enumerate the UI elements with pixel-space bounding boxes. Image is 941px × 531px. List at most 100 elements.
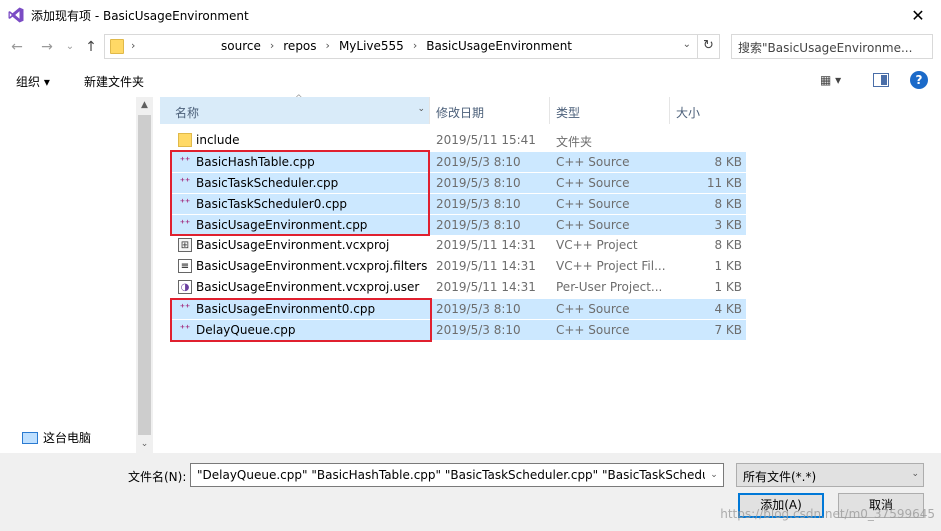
file-type: VC++ Project [556, 238, 638, 252]
watermark: https://blog.csdn.net/m0_37599645 [720, 507, 935, 521]
window-title: 添加现有项 - BasicUsageEnvironment [31, 9, 249, 23]
preview-pane-icon[interactable] [873, 73, 889, 87]
scroll-up-icon[interactable]: ▲ [136, 97, 153, 114]
file-date: 2019/5/3 8:10 [436, 323, 521, 337]
chevron-down-icon[interactable]: ⌄ [705, 464, 723, 486]
file-size: 1 KB [714, 259, 742, 273]
file-type: C++ Source [556, 323, 630, 337]
file-list: ^ 名称 ⌄ 修改日期 类型 大小 include 2019/5/11 15:41… [160, 94, 941, 453]
file-size: 8 KB [714, 238, 742, 252]
file-rows: include 2019/5/11 15:41 文件夹 ⁺⁺ BasicHashTabl… [170, 130, 746, 340]
file-row[interactable]: ⁺⁺ BasicTaskScheduler0.cpp 2019/5/3 8:10 C+… [170, 193, 746, 214]
help-icon[interactable]: ? [910, 71, 928, 89]
file-size: 7 KB [714, 323, 742, 337]
close-button[interactable]: ✕ [895, 0, 941, 31]
chevron-down-icon[interactable]: ⌄ [417, 104, 425, 114]
file-date: 2019/5/3 8:10 [436, 197, 521, 211]
file-row[interactable]: ⁺⁺ BasicUsageEnvironment.cpp 2019/5/3 8:10… [170, 214, 746, 235]
address-bar[interactable]: › source › repos › MyLive555 › BasicUsag… [104, 34, 720, 59]
column-header-name[interactable]: ^ 名称 ⌄ [160, 94, 430, 124]
file-date: 2019/5/3 8:10 [436, 218, 521, 232]
command-toolbar: 组织 ▾ 新建文件夹 ▦ ▾ ? [0, 63, 941, 97]
new-folder-button[interactable]: 新建文件夹 [84, 73, 144, 90]
file-size: 4 KB [714, 302, 742, 316]
breadcrumb-item-mylive555[interactable]: MyLive555 [339, 39, 404, 53]
scroll-thumb[interactable] [138, 115, 151, 435]
up-folder-icon[interactable]: ↑ [83, 39, 99, 55]
file-row[interactable]: ⁺⁺ BasicTaskScheduler.cpp 2019/5/3 8:10 C++… [170, 172, 746, 193]
chevron-right-icon[interactable]: › [404, 39, 426, 53]
visual-studio-icon [8, 7, 24, 23]
recent-locations-icon[interactable]: ⌄ [62, 39, 78, 55]
file-type: 文件夹 [556, 135, 593, 149]
user-file-icon: ◑ [178, 280, 192, 294]
folder-icon [178, 133, 192, 147]
file-type: C++ Source [556, 176, 630, 190]
file-date: 2019/5/3 8:10 [436, 176, 521, 190]
organize-menu-button[interactable]: 组织 ▾ [16, 73, 50, 90]
file-type: Per-User Project... [556, 280, 663, 294]
navigation-pane: 这台电脑 ▲ ⌄ [0, 97, 154, 453]
back-icon[interactable]: ← [9, 39, 25, 55]
file-size: 3 KB [714, 218, 742, 232]
chevron-right-icon[interactable]: › [261, 39, 283, 53]
column-headers: ^ 名称 ⌄ 修改日期 类型 大小 [160, 94, 750, 124]
vcxproj-icon: ⊞ [178, 238, 192, 252]
nav-item-label: 这台电脑 [43, 431, 92, 445]
file-row[interactable]: ⁺⁺ BasicUsageEnvironment0.cpp 2019/5/3 8:1… [170, 298, 746, 319]
breadcrumb-item-repos[interactable]: repos [283, 39, 316, 53]
file-size: 1 KB [714, 280, 742, 294]
breadcrumb-item-source[interactable]: source [221, 39, 261, 53]
file-row[interactable]: ⁺⁺ BasicHashTable.cpp 2019/5/3 8:10 C++ Sou… [170, 151, 746, 172]
file-name: BasicUsageEnvironment.vcxproj.filters [196, 259, 428, 273]
file-row[interactable]: ⁺⁺ DelayQueue.cpp 2019/5/3 8:10 C++ Source 7… [170, 319, 746, 340]
file-row[interactable]: ≡ BasicUsageEnvironment.vcxproj.filters 20… [170, 256, 746, 277]
file-type: C++ Source [556, 302, 630, 316]
file-row[interactable]: ⊞ BasicUsageEnvironment.vcxproj 2019/5/11 … [170, 235, 746, 256]
file-name: BasicUsageEnvironment.vcxproj [196, 238, 390, 252]
file-name: BasicTaskScheduler0.cpp [196, 197, 348, 211]
refresh-button[interactable]: ↻ [697, 34, 719, 59]
view-options-icon[interactable]: ▦ ▾ [820, 73, 841, 87]
title-bar: 添加现有项 - BasicUsageEnvironment ✕ [0, 0, 941, 31]
navigation-bar: ← → ⌄ ↑ › source › repos › MyLive555 › B… [0, 31, 941, 63]
breadcrumb-item-basicusageenvironment[interactable]: BasicUsageEnvironment [426, 39, 572, 53]
file-type: C++ Source [556, 155, 630, 169]
file-date: 2019/5/11 15:41 [436, 133, 536, 147]
file-row[interactable]: ◑ BasicUsageEnvironment.vcxproj.user 2019/… [170, 277, 746, 298]
file-date: 2019/5/3 8:10 [436, 155, 521, 169]
nav-item-this-pc[interactable]: 这台电脑 [22, 429, 91, 446]
filetype-select[interactable]: 所有文件(*.*) ⌄ [736, 463, 924, 487]
file-size: 8 KB [714, 155, 742, 169]
file-name: BasicHashTable.cpp [196, 155, 315, 169]
column-header-type[interactable]: 类型 [550, 97, 670, 124]
filters-file-icon: ≡ [178, 259, 192, 273]
column-header-size[interactable]: 大小 [670, 97, 750, 124]
sort-ascending-icon: ^ [295, 94, 303, 104]
cpp-file-icon: ⁺⁺ [179, 303, 191, 314]
file-name: BasicTaskScheduler.cpp [196, 176, 339, 190]
search-input[interactable]: 搜索"BasicUsageEnvironme... [731, 34, 933, 59]
filename-input[interactable]: "DelayQueue.cpp" "BasicHashTable.cpp" "B… [190, 463, 724, 487]
file-date: 2019/5/11 14:31 [436, 259, 536, 273]
file-type: C++ Source [556, 197, 630, 211]
chevron-right-icon[interactable]: › [131, 39, 135, 52]
forward-icon[interactable]: → [39, 39, 55, 55]
file-row[interactable]: include 2019/5/11 15:41 文件夹 [170, 130, 746, 151]
scroll-down-icon[interactable]: ⌄ [136, 436, 153, 453]
chevron-down-icon[interactable]: ⌄ [683, 39, 691, 50]
file-date: 2019/5/3 8:10 [436, 302, 521, 316]
file-type: VC++ Project Fil... [556, 259, 666, 273]
chevron-down-icon: ⌄ [911, 469, 919, 479]
computer-icon [22, 431, 38, 444]
file-name: BasicUsageEnvironment0.cpp [196, 302, 376, 316]
chevron-right-icon[interactable]: › [317, 39, 339, 53]
file-size: 11 KB [706, 176, 742, 190]
navpane-scrollbar[interactable]: ▲ ⌄ [136, 97, 153, 453]
cpp-file-icon: ⁺⁺ [179, 177, 191, 188]
cpp-file-icon: ⁺⁺ [179, 219, 191, 230]
file-type: C++ Source [556, 218, 630, 232]
filetype-value: 所有文件(*.*) [743, 470, 817, 484]
column-header-date[interactable]: 修改日期 [430, 97, 550, 124]
file-name: DelayQueue.cpp [196, 323, 296, 337]
